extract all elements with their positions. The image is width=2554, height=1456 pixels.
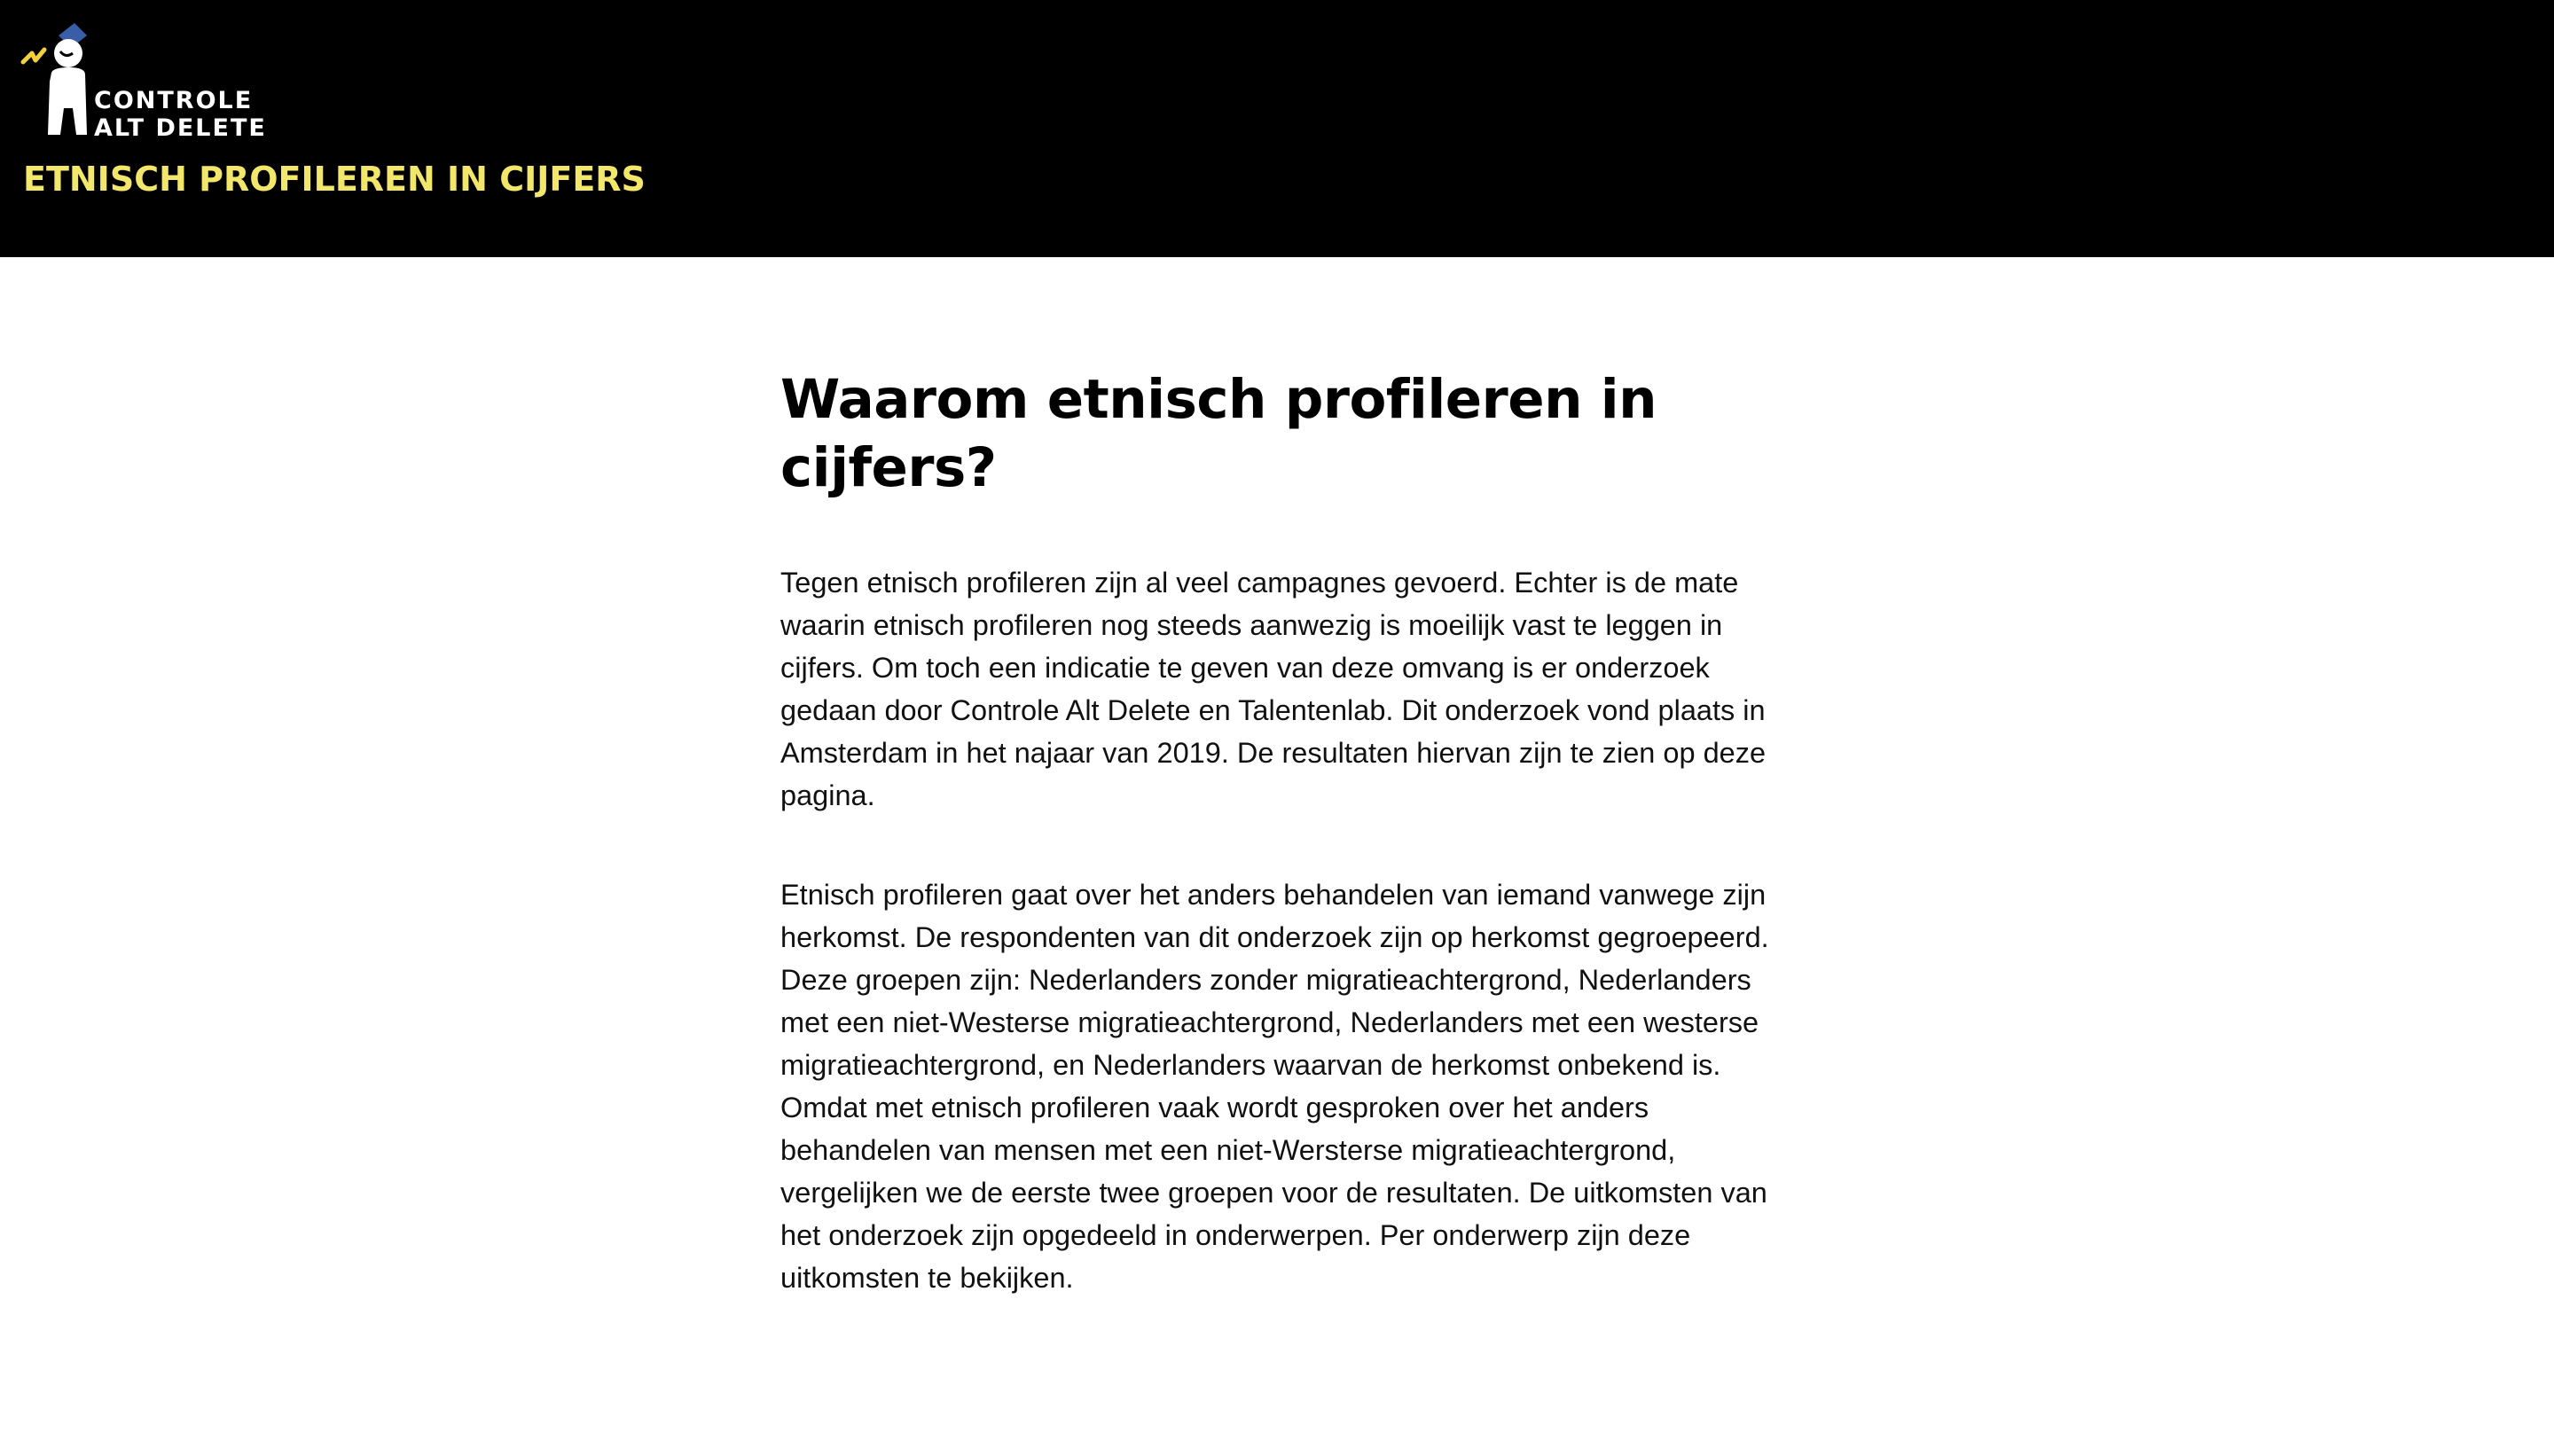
- intro-paragraph: Tegen etnisch profileren zijn al veel ca…: [780, 567, 1767, 811]
- explanation-paragraph: Etnisch profileren gaat over het anders …: [780, 879, 1769, 1294]
- logo-wordmark: CONTROLE ALT DELETE: [94, 87, 267, 142]
- logo-link[interactable]: CONTROLE ALT DELETE: [20, 20, 265, 144]
- logo-line-2: ALT DELETE: [94, 114, 267, 142]
- main-content: Waarom etnisch profileren in cijfers? Te…: [780, 365, 1777, 1299]
- logo-line-1: CONTROLE: [94, 87, 254, 114]
- page-heading: Waarom etnisch profileren in cijfers?: [780, 368, 1657, 499]
- site-title[interactable]: ETNISCH PROFILEREN IN CIJFERS: [23, 158, 646, 200]
- site-header: CONTROLE ALT DELETE ETNISCH PROFILEREN I…: [0, 0, 2554, 257]
